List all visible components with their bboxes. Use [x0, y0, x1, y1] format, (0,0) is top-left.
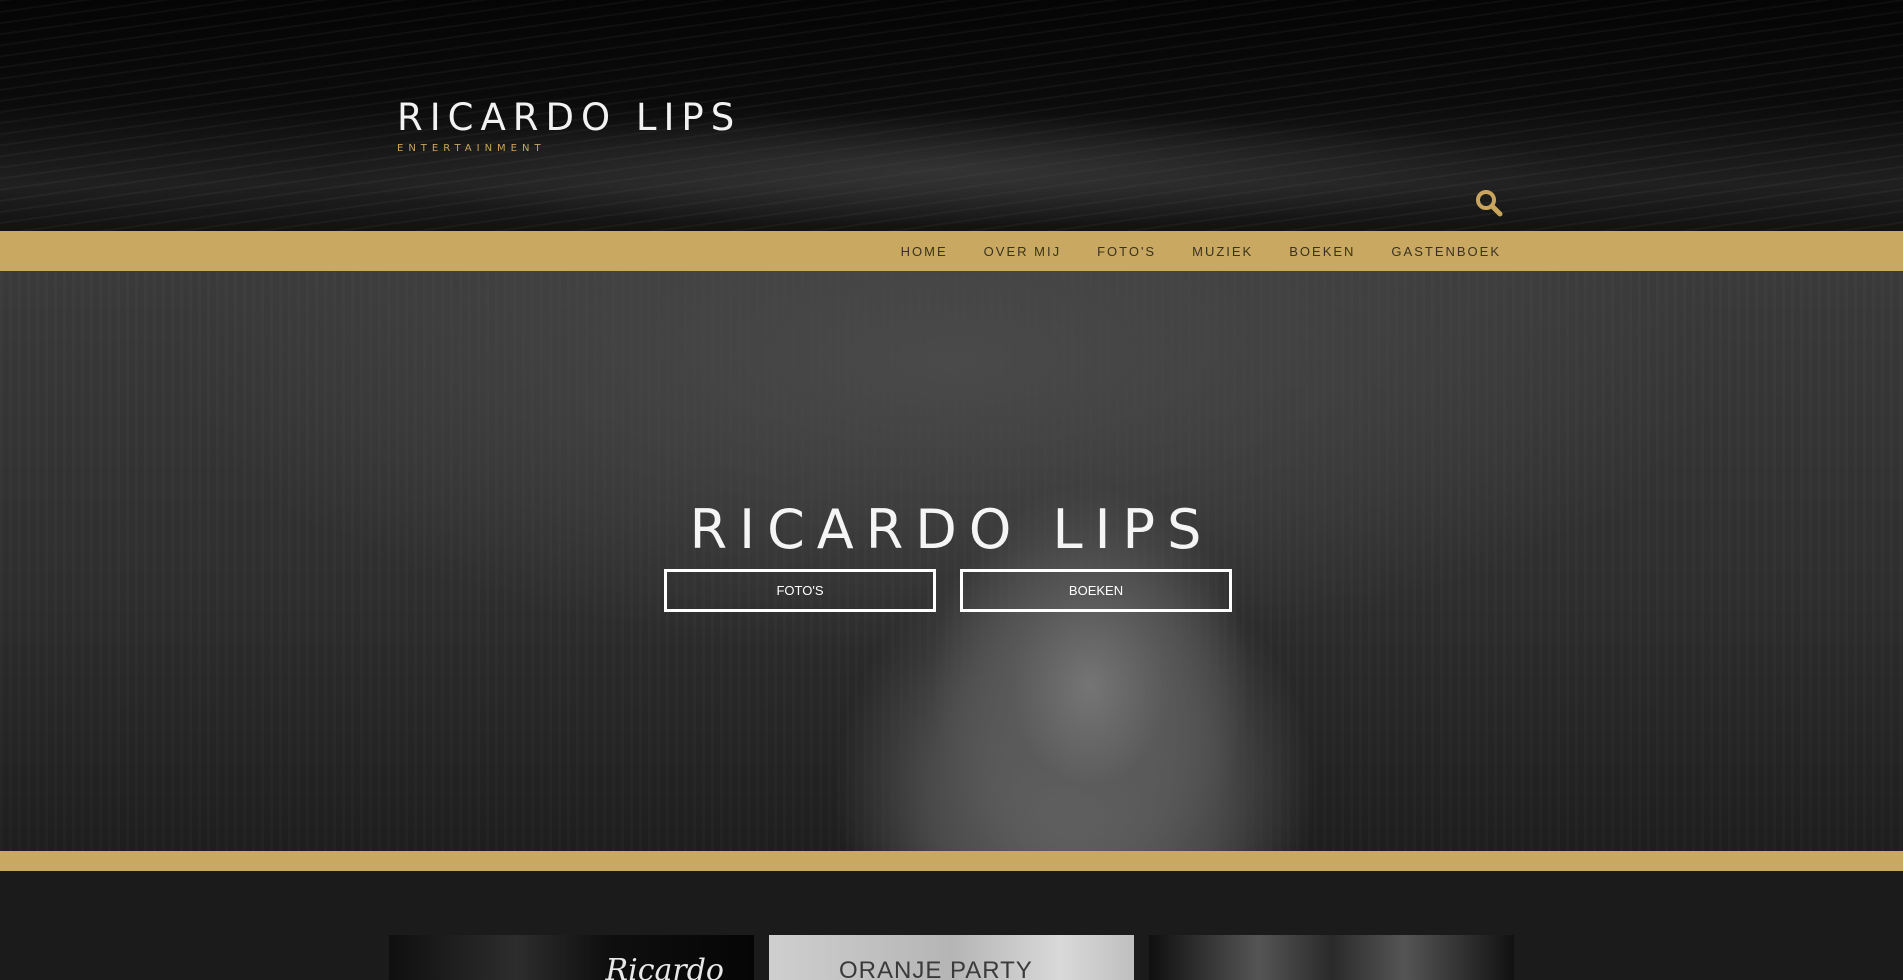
main-nav: HOME OVER MIJ FOTO'S MUZIEK BOEKEN GASTE… — [865, 231, 1501, 271]
thumbnail-row: Ricardo ORANJE PARTY — [389, 935, 1514, 980]
thumbnail-card[interactable]: ORANJE PARTY — [769, 935, 1134, 980]
hero-buttons: FOTO'S BOEKEN — [664, 569, 1232, 612]
thumbnail-card[interactable]: Ricardo — [389, 935, 754, 980]
site-header: RICARDO LIPS ENTERTAINMENT — [0, 0, 1903, 231]
nav-boeken[interactable]: BOEKEN — [1289, 244, 1355, 259]
fotos-button[interactable]: FOTO'S — [664, 569, 936, 612]
gold-divider — [0, 851, 1903, 871]
boeken-button[interactable]: BOEKEN — [960, 569, 1232, 612]
thumbnail-caption: ORANJE PARTY — [839, 957, 1033, 980]
nav-muziek[interactable]: MUZIEK — [1192, 244, 1253, 259]
brand-name: RICARDO LIPS — [397, 96, 742, 139]
hero-title: RICARDO LIPS — [689, 498, 1214, 561]
brand-logo[interactable]: RICARDO LIPS ENTERTAINMENT — [397, 96, 741, 156]
brand-subtitle: ENTERTAINMENT — [397, 143, 546, 154]
nav-fotos[interactable]: FOTO'S — [1097, 244, 1156, 259]
thumbnail-card[interactable] — [1149, 935, 1514, 980]
hero-banner: RICARDO LIPS FOTO'S BOEKEN — [0, 271, 1903, 851]
content-section: Ricardo ORANJE PARTY — [0, 871, 1903, 980]
nav-over-mij[interactable]: OVER MIJ — [984, 244, 1061, 259]
nav-gastenboek[interactable]: GASTENBOEK — [1391, 244, 1501, 259]
hero-portrait-image — [850, 411, 1330, 851]
search-icon[interactable] — [1474, 188, 1504, 218]
nav-home[interactable]: HOME — [901, 244, 948, 259]
thumbnail-caption: Ricardo — [605, 953, 724, 980]
main-navbar: HOME OVER MIJ FOTO'S MUZIEK BOEKEN GASTE… — [0, 231, 1903, 271]
